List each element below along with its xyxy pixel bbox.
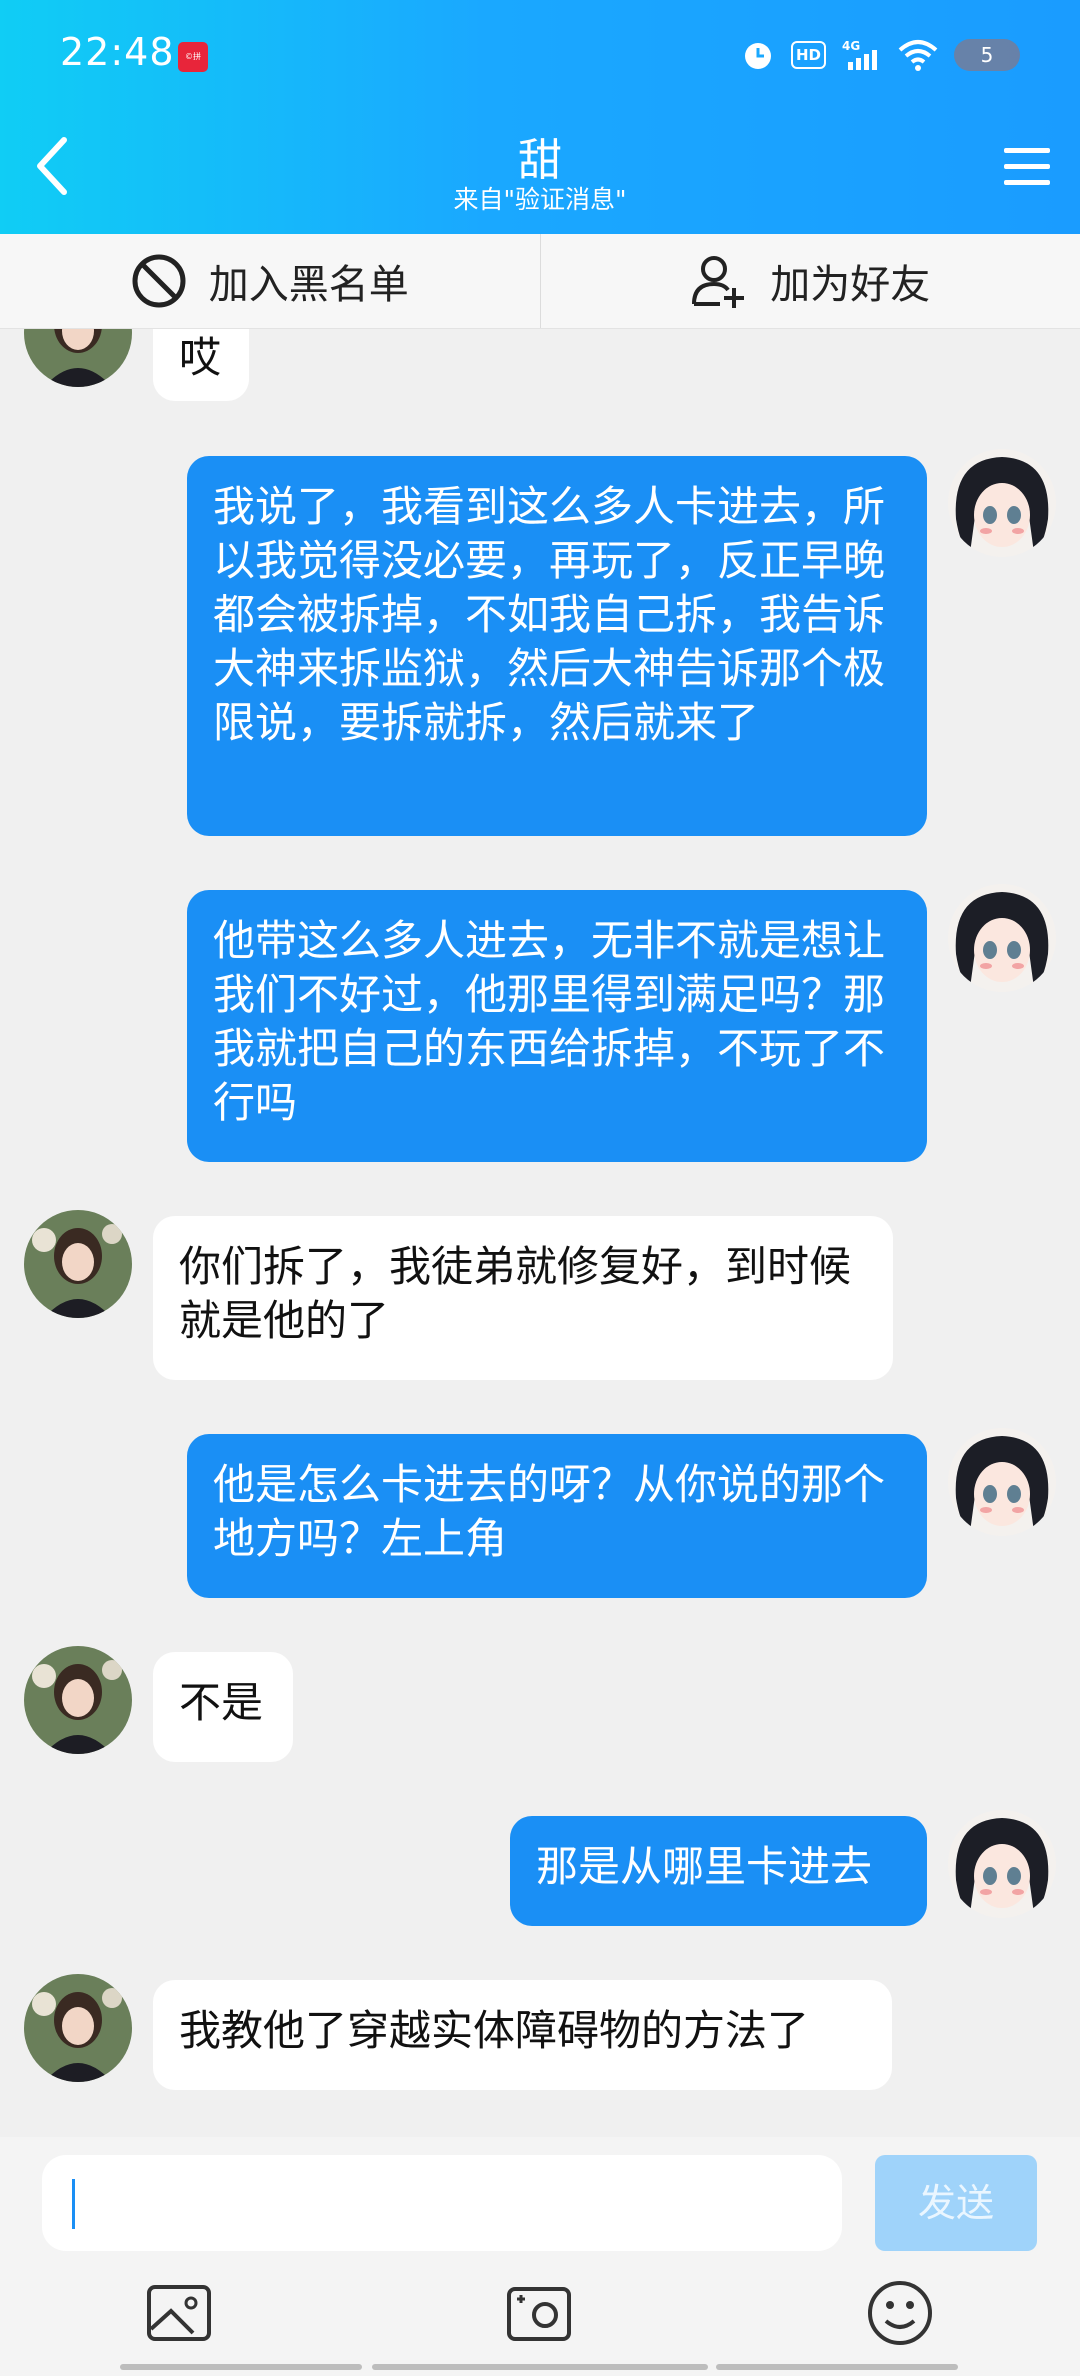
incoming-message-bubble[interactable]: 我教他了穿越实体障碍物的方法了 xyxy=(153,1980,892,2090)
status-time: 22:48 xyxy=(60,30,175,74)
outgoing-message-bubble[interactable]: 那是从哪里卡进去 xyxy=(510,1816,927,1926)
my-avatar[interactable] xyxy=(948,1810,1056,1918)
emoji-icon[interactable] xyxy=(864,2277,936,2349)
cellular-signal-icon: 4G xyxy=(842,39,877,70)
wifi-icon xyxy=(898,40,938,71)
message-composer: 发送 xyxy=(0,2137,1080,2376)
contact-avatar[interactable] xyxy=(24,1974,132,2082)
add-to-blacklist-label: 加入黑名单 xyxy=(208,262,409,308)
outgoing-message-bubble[interactable]: 我说了，我看到这么多人卡进去，所以我觉得没必要，再玩了，反正早晚都会被拆掉，不如… xyxy=(187,456,927,836)
notification-app-icon: ©拼 xyxy=(178,42,208,72)
chat-title: 甜 xyxy=(518,135,562,186)
hd-icon: HD xyxy=(790,41,826,69)
chat-subtitle: 来自"验证消息" xyxy=(453,185,627,214)
camera-icon[interactable] xyxy=(503,2277,575,2349)
chat-message-list[interactable]: 哎 我说了，我看到这么多人卡进去，所以我觉得没必要，再玩了，反正早晚都会被拆掉，… xyxy=(0,329,1080,2137)
text-caret xyxy=(72,2179,75,2229)
incoming-message-bubble[interactable]: 你们拆了，我徒弟就修复好，到时候就是他的了 xyxy=(153,1216,893,1380)
contact-avatar[interactable] xyxy=(24,329,132,387)
bottom-indicator xyxy=(372,2364,708,2370)
send-button[interactable]: 发送 xyxy=(875,2155,1037,2251)
add-friend-button[interactable]: 加为好友 xyxy=(541,234,1080,328)
contact-avatar[interactable] xyxy=(24,1646,132,1754)
alarm-icon xyxy=(744,43,771,69)
bottom-indicator xyxy=(716,2364,958,2370)
stranger-action-bar: 加入黑名单 加为好友 xyxy=(0,234,1080,329)
add-friend-label: 加为好友 xyxy=(770,262,931,308)
my-avatar[interactable] xyxy=(948,884,1056,992)
incoming-message-bubble[interactable]: 不是 xyxy=(153,1652,293,1762)
chat-header: 22:48 ©拼 HD 4G 5 甜 来自"验证消息" xyxy=(0,0,1080,234)
battery-indicator: 5 xyxy=(954,39,1020,71)
status-icons: HD 4G 5 xyxy=(741,38,1020,72)
block-icon xyxy=(132,254,186,308)
incoming-message-bubble[interactable]: 哎 xyxy=(153,329,249,401)
menu-icon[interactable] xyxy=(1000,140,1054,194)
bottom-indicator xyxy=(120,2364,362,2370)
network-type-label: 4G xyxy=(842,39,860,53)
add-user-icon xyxy=(692,256,745,308)
message-input[interactable] xyxy=(42,2155,842,2251)
outgoing-message-bubble[interactable]: 他带这么多人进去，无非不就是想让我们不好过，他那里得到满足吗？那我就把自己的东西… xyxy=(187,890,927,1162)
outgoing-message-bubble[interactable]: 他是怎么卡进去的呀？从你说的那个地方吗？左上角 xyxy=(187,1434,927,1598)
image-picker-icon[interactable] xyxy=(143,2277,215,2349)
contact-avatar[interactable] xyxy=(24,1210,132,1318)
my-avatar[interactable] xyxy=(948,1428,1056,1536)
my-avatar[interactable] xyxy=(948,449,1056,557)
add-to-blacklist-button[interactable]: 加入黑名单 xyxy=(0,234,540,328)
